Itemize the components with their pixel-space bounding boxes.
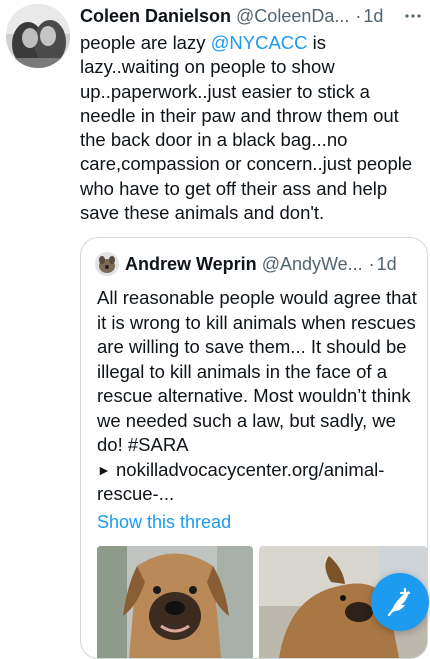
mention-link[interactable]: @NYCACC [211,32,308,53]
tweet-text-rest: is lazy..waiting on people to show up..p… [80,32,413,224]
tweet[interactable]: Coleen Danielson @ColeenDa... · 1d people a… [0,0,430,659]
tweet-header: Coleen Danielson @ColeenDa... · 1d [80,4,426,28]
avatar-photo [6,4,70,68]
quoted-text-body: All reasonable people would agree that i… [97,287,417,455]
quoted-link[interactable]: nokilladvocacycenter.org/animal-rescue-.… [97,459,384,505]
tweet-text-lead: people are lazy [80,32,211,53]
quoted-tweet-text: All reasonable people would agree that i… [97,286,421,507]
dog-photo[interactable] [97,546,253,658]
avatar[interactable] [6,4,70,68]
quoted-separator-dot: · [368,254,375,274]
show-this-thread-link[interactable]: Show this thread [97,510,231,534]
compose-button[interactable] [371,573,429,631]
more-horizontal-icon[interactable] [402,4,424,28]
quoted-avatar-photo [95,252,119,276]
link-arrow-icon: ► [97,461,111,478]
compose-feather-icon [387,587,411,617]
author-handle[interactable]: @ColeenDa... [236,6,349,26]
author-display-name[interactable]: Coleen Danielson [80,6,231,26]
tweet-text: people are lazy @NYCACC is lazy..waiting… [80,31,420,225]
quoted-author-handle[interactable]: @AndyWe... [262,254,363,274]
quoted-tweet-header: Andrew Weprin @AndyWe... · 1d [125,252,421,276]
separator-dot: · [355,6,362,26]
quoted-timestamp[interactable]: 1d [377,254,397,274]
quoted-avatar[interactable] [95,252,119,276]
quoted-author-display-name[interactable]: Andrew Weprin [125,254,257,274]
tweet-timestamp[interactable]: 1d [363,6,383,26]
